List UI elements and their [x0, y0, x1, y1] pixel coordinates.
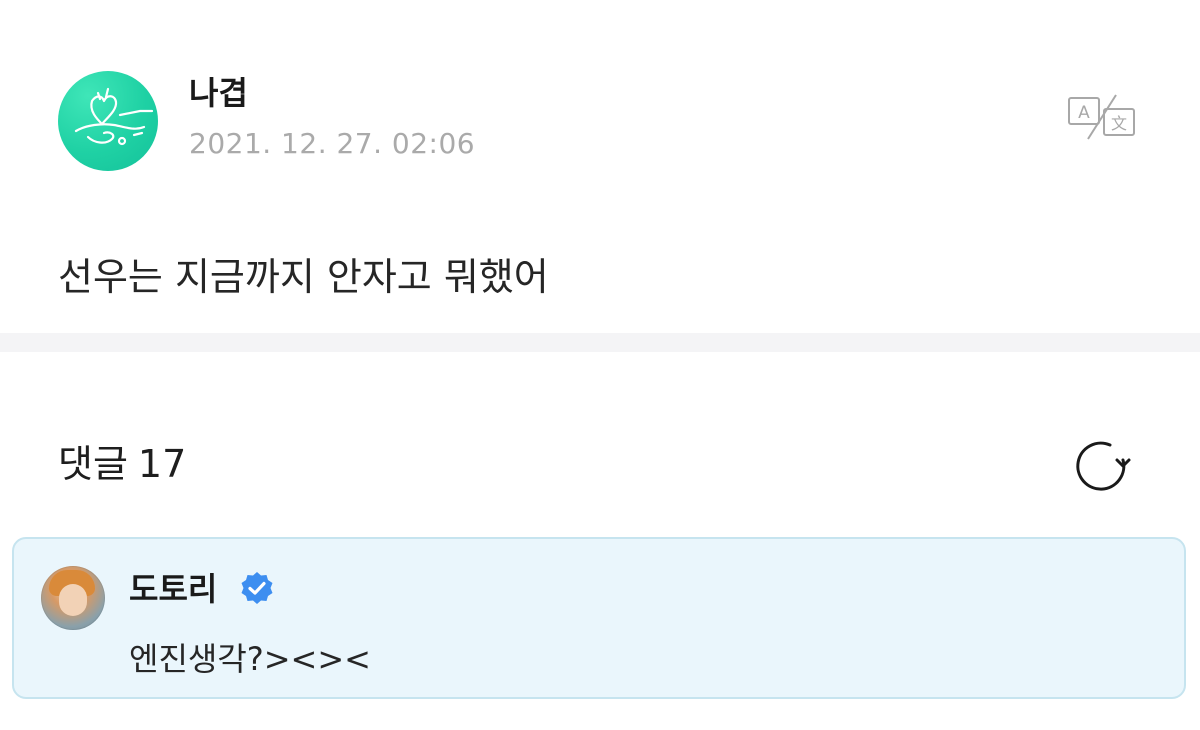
refresh-comments-button[interactable] — [1070, 436, 1132, 492]
section-divider — [0, 333, 1200, 352]
comments-header: 댓글 17 — [58, 441, 186, 487]
author-avatar[interactable] — [58, 71, 158, 171]
svg-text:A: A — [1078, 103, 1090, 123]
translate-icon: A 文 — [1068, 94, 1135, 140]
comments-count: 17 — [137, 442, 187, 486]
comment-card[interactable]: 도토리 엔진생각?><>< — [12, 537, 1186, 699]
translate-button[interactable]: A 文 — [1062, 93, 1142, 143]
commenter-name[interactable]: 도토리 — [129, 569, 217, 609]
refresh-icon — [1076, 441, 1131, 491]
author-name[interactable]: 나겹 — [189, 73, 248, 113]
comments-label: 댓글 — [58, 442, 128, 486]
commenter-avatar[interactable] — [41, 566, 105, 630]
post-page: 나겹 2021. 12. 27. 02:06 A 文 선우는 지금까지 안자고 … — [0, 0, 1200, 730]
svg-text:文: 文 — [1111, 114, 1127, 133]
avatar-face — [59, 584, 87, 616]
post-timestamp: 2021. 12. 27. 02:06 — [189, 127, 476, 160]
verified-badge-icon — [241, 572, 273, 604]
heart-signature-icon — [74, 87, 154, 146]
comment-text: 엔진생각?><>< — [129, 640, 371, 678]
post-body-text: 선우는 지금까지 안자고 뭐했어 — [58, 255, 549, 299]
